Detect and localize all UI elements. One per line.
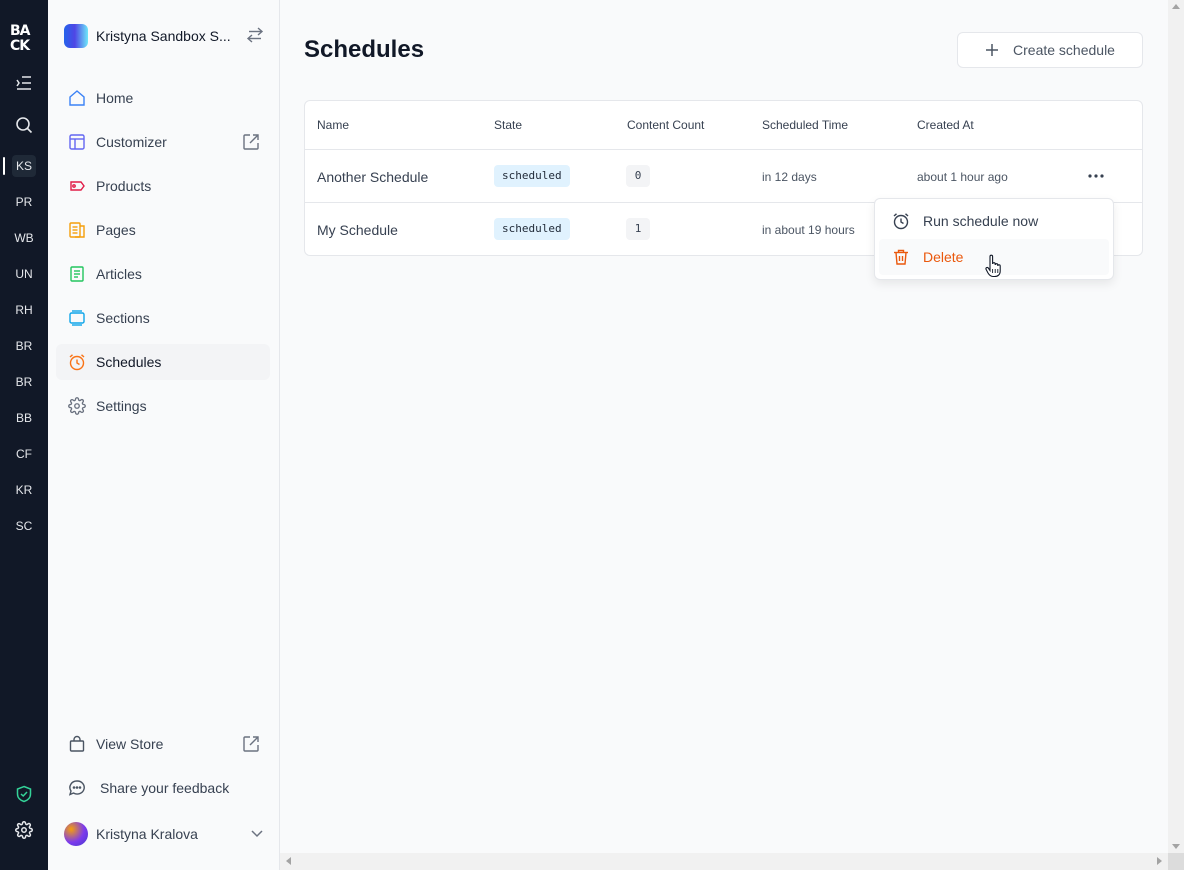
alarm-clock-icon xyxy=(891,211,911,231)
scroll-up-icon[interactable] xyxy=(1172,4,1180,9)
sidebar-item-schedules[interactable]: Schedules xyxy=(56,344,270,380)
table-row[interactable]: Another Schedule scheduled 0 in 12 days … xyxy=(305,150,1142,203)
table-header: Name State Content Count Scheduled Time … xyxy=(305,101,1142,150)
content-count: 0 xyxy=(626,165,650,187)
layout-icon xyxy=(68,133,86,151)
sidebar-item-sections[interactable]: Sections xyxy=(56,300,270,336)
main-nav: Home Customizer Products Pages Articles … xyxy=(56,80,270,432)
org-logo xyxy=(64,24,88,48)
user-menu[interactable]: Kristyna Kralova xyxy=(64,822,264,846)
run-schedule-now-label: Run schedule now xyxy=(923,213,1039,229)
clock-icon xyxy=(68,353,86,371)
horizontal-scrollbar[interactable] xyxy=(280,853,1168,870)
org-name: Kristyna Sandbox S... xyxy=(96,28,231,44)
scheduled-time: in about 19 hours xyxy=(762,223,855,237)
workspace-un[interactable]: UN xyxy=(0,263,48,285)
sidebar-item-label: Schedules xyxy=(96,354,162,370)
pages-icon xyxy=(68,221,86,239)
workspace-br-2[interactable]: BR xyxy=(0,371,48,393)
feedback-label: Share your feedback xyxy=(100,780,230,796)
column-header-content-count[interactable]: Content Count xyxy=(627,118,704,132)
shopping-bag-icon xyxy=(68,735,86,753)
sidebar-item-label: Pages xyxy=(96,222,136,238)
column-header-scheduled-time[interactable]: Scheduled Time xyxy=(762,118,848,132)
column-header-state[interactable]: State xyxy=(494,118,522,132)
sidebar-item-pages[interactable]: Pages xyxy=(56,212,270,248)
column-header-created-at[interactable]: Created At xyxy=(917,118,974,132)
create-schedule-label: Create schedule xyxy=(1013,42,1115,58)
scroll-right-icon[interactable] xyxy=(1157,857,1162,865)
external-link-icon[interactable] xyxy=(242,735,260,756)
run-schedule-now-item[interactable]: Run schedule now xyxy=(879,203,1109,239)
workspace-sc[interactable]: SC xyxy=(0,515,48,537)
articles-icon xyxy=(68,265,86,283)
workspace-kr[interactable]: KR xyxy=(0,479,48,501)
schedule-name[interactable]: Another Schedule xyxy=(317,169,428,185)
workspace-ks[interactable]: KS xyxy=(0,155,48,177)
workspace-br-1[interactable]: BR xyxy=(0,335,48,357)
gear-icon xyxy=(68,397,86,415)
workspace-bb[interactable]: BB xyxy=(0,407,48,429)
sidebar-item-home[interactable]: Home xyxy=(56,80,270,116)
status-badge: scheduled xyxy=(494,218,570,240)
content-count: 1 xyxy=(626,218,650,240)
scroll-down-icon[interactable] xyxy=(1172,844,1180,849)
sidebar-item-label: Settings xyxy=(96,398,147,414)
workspace-cf[interactable]: CF xyxy=(0,443,48,465)
column-header-name[interactable]: Name xyxy=(317,118,349,132)
sidebar-item-label: Products xyxy=(96,178,152,194)
tag-icon xyxy=(68,177,86,195)
trash-icon xyxy=(891,247,911,267)
feedback-link[interactable]: Share your feedback xyxy=(56,770,270,806)
sidebar-item-settings[interactable]: Settings xyxy=(56,388,270,424)
plus-icon xyxy=(985,43,999,57)
page-title: Schedules xyxy=(304,36,425,63)
shield-check-icon[interactable] xyxy=(14,784,34,804)
search-icon[interactable] xyxy=(14,115,34,135)
more-actions-icon[interactable] xyxy=(1087,168,1105,184)
vertical-scrollbar[interactable] xyxy=(1168,0,1184,853)
bottom-nav: View Store Share your feedback xyxy=(56,726,270,814)
delete-label: Delete xyxy=(923,249,964,265)
scroll-left-icon[interactable] xyxy=(286,857,291,865)
svg-text:BA: BA xyxy=(10,23,31,39)
sidebar-item-label: Sections xyxy=(96,310,150,326)
workspace-pr[interactable]: PR xyxy=(0,191,48,213)
sections-icon xyxy=(68,309,86,327)
external-link-icon[interactable] xyxy=(242,133,260,154)
hand-cursor-icon xyxy=(985,254,1001,283)
workspace-rail: BA CK KS PR WB UN RH BR BR BB CF KR SC xyxy=(0,0,48,870)
chevron-down-icon[interactable] xyxy=(250,826,264,843)
sidebar-item-label: Articles xyxy=(96,266,142,282)
org-switcher[interactable]: Kristyna Sandbox S... xyxy=(64,22,264,50)
create-schedule-button[interactable]: Create schedule xyxy=(957,32,1143,68)
sidebar-item-products[interactable]: Products xyxy=(56,168,270,204)
view-store-label: View Store xyxy=(96,736,164,752)
sidebar: Kristyna Sandbox S... Home Customizer Pr… xyxy=(48,0,280,870)
user-name: Kristyna Kralova xyxy=(96,826,198,842)
created-at: about 1 hour ago xyxy=(917,170,1008,184)
scheduled-time: in 12 days xyxy=(762,170,817,184)
view-store-link[interactable]: View Store xyxy=(56,726,270,762)
main-content: Schedules Create schedule Name State Con… xyxy=(280,0,1168,853)
status-badge: scheduled xyxy=(494,165,570,187)
svg-text:CK: CK xyxy=(10,38,31,52)
home-icon xyxy=(68,89,86,107)
sidebar-item-label: Home xyxy=(96,90,134,106)
app-logo[interactable]: BA CK xyxy=(10,22,38,54)
menu-toggle-icon[interactable] xyxy=(14,73,34,93)
avatar xyxy=(64,822,88,846)
workspace-rh[interactable]: RH xyxy=(0,299,48,321)
scrollbar-corner xyxy=(1168,853,1184,870)
sidebar-item-label: Customizer xyxy=(96,134,167,150)
chat-bubble-icon xyxy=(68,779,86,797)
gear-icon[interactable] xyxy=(14,820,34,840)
switch-arrows-icon[interactable] xyxy=(246,26,264,49)
sidebar-item-customizer[interactable]: Customizer xyxy=(56,124,270,160)
schedule-name[interactable]: My Schedule xyxy=(317,222,398,238)
sidebar-item-articles[interactable]: Articles xyxy=(56,256,270,292)
workspace-wb[interactable]: WB xyxy=(0,227,48,249)
